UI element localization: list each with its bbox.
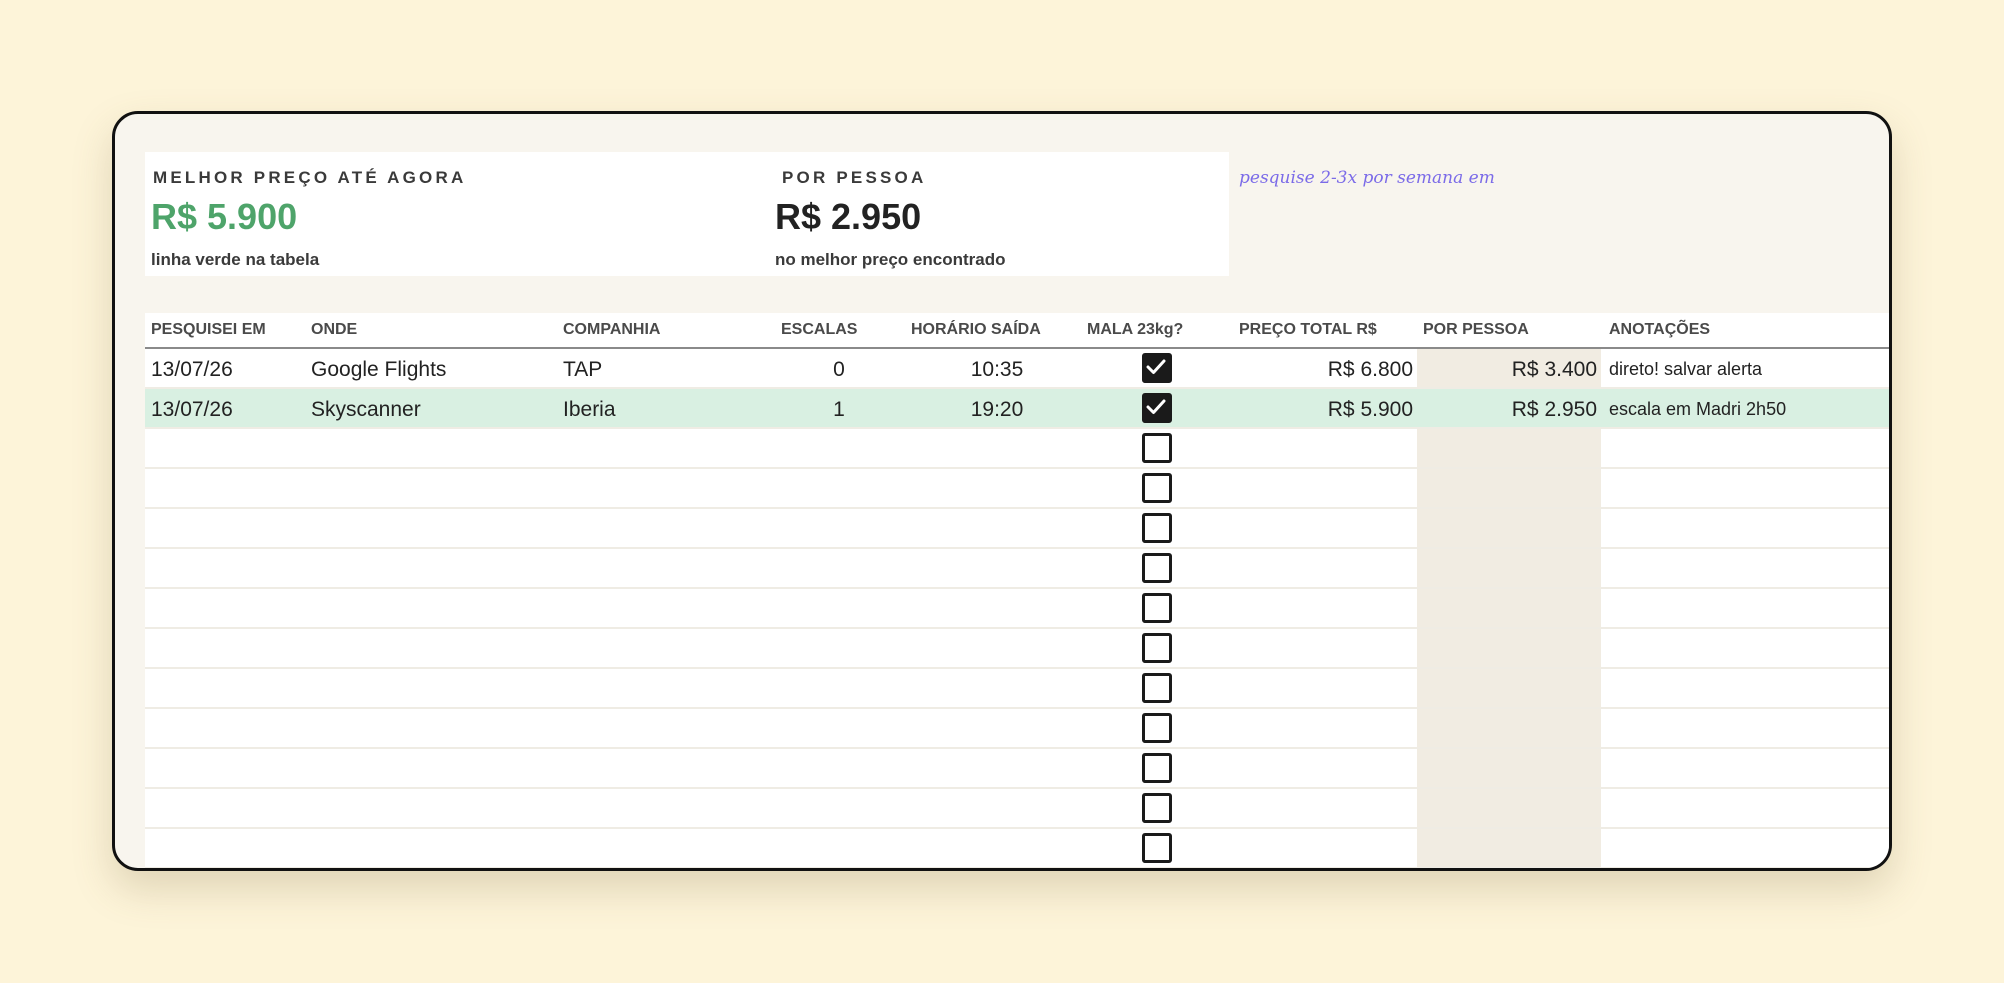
table-body: 13/07/26 Google Flights TAP 0 10:35 R$ 6.800 R… <box>145 349 1889 868</box>
bag-checkbox[interactable] <box>1142 553 1172 583</box>
best-price-sub: linha verde na tabela <box>151 250 320 269</box>
bag-checkbox[interactable] <box>1142 633 1172 663</box>
per-person-column-shade <box>1417 829 1601 867</box>
table-row[interactable]: 13/07/26 Skyscanner Iberia 1 19:20 R$ 5.900 R$… <box>145 389 1889 429</box>
bag-checkbox[interactable] <box>1142 353 1172 383</box>
per-person-column-shade <box>1417 549 1601 587</box>
bag-checkbox[interactable] <box>1142 793 1172 823</box>
handwritten-note: pesquise 2-3x por semana em <box>1239 168 1495 188</box>
cell-total[interactable]: R$ 5.900 <box>1328 398 1413 422</box>
table-row[interactable] <box>145 629 1889 669</box>
cell-per-person[interactable]: R$ 3.400 <box>1512 358 1597 382</box>
per-person-column-shade <box>1417 669 1601 707</box>
summary-panel: MELHOR PREÇO ATÉ AGORA R$ 5.900 linha ve… <box>145 152 1229 276</box>
bag-checkbox[interactable] <box>1142 673 1172 703</box>
cell-time[interactable]: 19:20 <box>971 398 1024 422</box>
table-header: PESQUISEI EM ONDE COMPANHIA ESCALAS HORÁ… <box>145 313 1889 349</box>
per-person-label: POR PESSOA <box>782 168 927 187</box>
col-header-airline[interactable]: COMPANHIA <box>563 321 660 339</box>
cell-date[interactable]: 13/07/26 <box>151 358 233 382</box>
col-header-time[interactable]: HORÁRIO SAÍDA <box>911 321 1041 339</box>
cell-notes[interactable]: escala em Madri 2h50 <box>1609 399 1786 420</box>
per-person-value: R$ 2.950 <box>775 196 922 237</box>
cell-stops[interactable]: 1 <box>833 398 845 422</box>
col-header-bag[interactable]: MALA 23kg? <box>1087 321 1183 339</box>
col-header-where[interactable]: ONDE <box>311 321 357 339</box>
table-row[interactable] <box>145 549 1889 589</box>
bag-checkbox[interactable] <box>1142 393 1172 423</box>
best-price-value: R$ 5.900 <box>151 196 298 237</box>
per-person-column-shade <box>1417 589 1601 627</box>
cell-date[interactable]: 13/07/26 <box>151 398 233 422</box>
sheet-card: MELHOR PREÇO ATÉ AGORA R$ 5.900 linha ve… <box>112 111 1892 871</box>
col-header-stops[interactable]: ESCALAS <box>781 321 857 339</box>
table-row[interactable] <box>145 829 1889 868</box>
table-row[interactable] <box>145 789 1889 829</box>
cell-where[interactable]: Google Flights <box>311 358 446 382</box>
bag-checkbox[interactable] <box>1142 593 1172 623</box>
best-price-label: MELHOR PREÇO ATÉ AGORA <box>153 168 467 187</box>
cell-notes[interactable]: direto! salvar alerta <box>1609 359 1762 380</box>
flight-table: PESQUISEI EM ONDE COMPANHIA ESCALAS HORÁ… <box>145 313 1889 868</box>
per-person-column-shade <box>1417 789 1601 827</box>
col-header-notes[interactable]: ANOTAÇÕES <box>1609 321 1710 339</box>
table-row[interactable] <box>145 709 1889 749</box>
cell-airline[interactable]: TAP <box>563 358 602 382</box>
table-row[interactable] <box>145 469 1889 509</box>
per-person-column-shade <box>1417 469 1601 507</box>
table-row[interactable]: 13/07/26 Google Flights TAP 0 10:35 R$ 6.800 R… <box>145 349 1889 389</box>
cell-stops[interactable]: 0 <box>833 358 845 382</box>
cell-where[interactable]: Skyscanner <box>311 398 421 422</box>
bag-checkbox[interactable] <box>1142 433 1172 463</box>
bag-checkbox[interactable] <box>1142 513 1172 543</box>
col-header-date[interactable]: PESQUISEI EM <box>151 321 266 339</box>
per-person-column-shade <box>1417 709 1601 747</box>
best-price-box: MELHOR PREÇO ATÉ AGORA R$ 5.900 linha ve… <box>145 152 775 276</box>
cell-time[interactable]: 10:35 <box>971 358 1024 382</box>
per-person-column-shade <box>1417 509 1601 547</box>
table-row[interactable] <box>145 509 1889 549</box>
bag-checkbox[interactable] <box>1142 753 1172 783</box>
table-row[interactable] <box>145 589 1889 629</box>
col-header-total[interactable]: PREÇO TOTAL R$ <box>1239 321 1377 339</box>
per-person-column-shade <box>1417 429 1601 467</box>
table-row[interactable] <box>145 669 1889 709</box>
col-header-per-person[interactable]: POR PESSOA <box>1423 321 1529 339</box>
per-person-box: POR PESSOA R$ 2.950 no melhor preço enco… <box>775 152 1229 276</box>
table-row[interactable] <box>145 429 1889 469</box>
cell-total[interactable]: R$ 6.800 <box>1328 358 1413 382</box>
bag-checkbox[interactable] <box>1142 473 1172 503</box>
table-row[interactable] <box>145 749 1889 789</box>
bag-checkbox[interactable] <box>1142 713 1172 743</box>
per-person-column-shade <box>1417 749 1601 787</box>
cell-per-person[interactable]: R$ 2.950 <box>1512 398 1597 422</box>
per-person-column-shade <box>1417 629 1601 667</box>
bag-checkbox[interactable] <box>1142 833 1172 863</box>
cell-airline[interactable]: Iberia <box>563 398 616 422</box>
per-person-sub: no melhor preço encontrado <box>775 250 1006 269</box>
